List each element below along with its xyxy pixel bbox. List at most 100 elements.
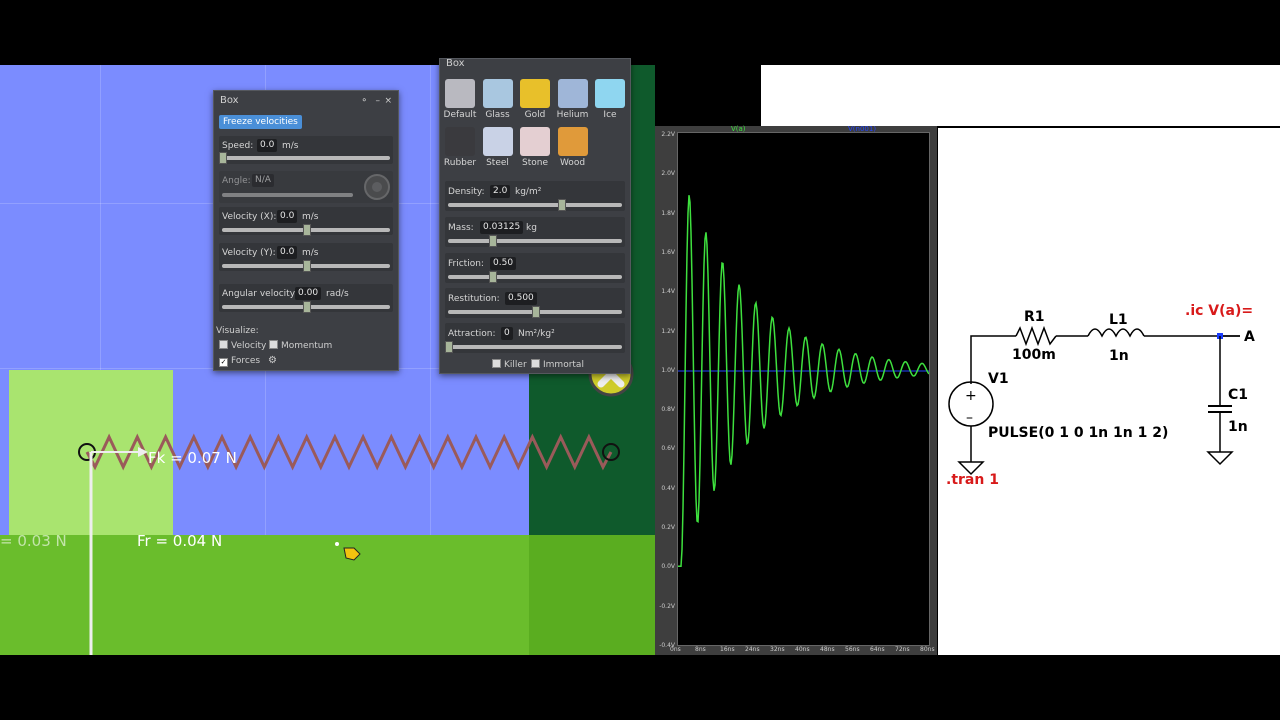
angular-velocity-field[interactable]: 0.00: [295, 287, 322, 300]
material-swatch-stone[interactable]: [520, 127, 550, 156]
v1-value[interactable]: PULSE(0 1 0 1n 1n 1 2): [988, 425, 1168, 441]
mass-unit: kg: [526, 223, 537, 233]
attraction-label: Attraction:: [448, 329, 496, 339]
inductor-l1: [1087, 328, 1145, 338]
density-unit: kg/m²: [515, 187, 542, 197]
momentum-checkbox[interactable]: Momentum: [269, 340, 332, 351]
momentum-checkbox-label: Momentum: [281, 341, 333, 351]
freeze-velocities-button[interactable]: Freeze velocities: [219, 115, 302, 129]
x-tick-label: 80ns: [920, 646, 935, 653]
checkbox-icon[interactable]: [269, 340, 278, 349]
velocity-y-field[interactable]: 0.0: [277, 246, 298, 259]
speed-slider[interactable]: [219, 152, 390, 164]
checkbox-icon[interactable]: [219, 340, 228, 349]
forces-checkbox-label: Forces: [231, 356, 261, 366]
attraction-field[interactable]: 0: [501, 327, 513, 340]
velocity-y-slider[interactable]: [222, 260, 390, 272]
angle-label: Angle:: [222, 176, 251, 186]
mass-slider[interactable]: [448, 235, 622, 247]
speed-slider-thumb[interactable]: [219, 152, 227, 164]
angle-field: N/A: [252, 174, 274, 187]
l1-value[interactable]: 1n: [1109, 348, 1129, 364]
mass-field[interactable]: 0.03125: [480, 221, 524, 234]
y-tick-label: 0.6V: [661, 445, 675, 453]
ic-directive[interactable]: .ic V(a)=: [1185, 303, 1253, 319]
checked-checkbox-icon[interactable]: ✓: [219, 358, 228, 367]
mass-slider-thumb[interactable]: [488, 235, 497, 247]
checkbox-icon[interactable]: [531, 359, 540, 368]
material-label: Rubber: [443, 158, 477, 168]
r1-name[interactable]: R1: [1024, 309, 1045, 325]
angle-slider: [222, 193, 353, 197]
c1-name[interactable]: C1: [1228, 387, 1248, 403]
trace-legend-n001: V(n001): [848, 125, 877, 133]
friction-row: Friction: 0.50: [445, 253, 625, 283]
waveform-plot[interactable]: [677, 132, 930, 646]
forces-settings-gear-icon[interactable]: ⚙: [268, 355, 277, 366]
attraction-slider[interactable]: [445, 341, 622, 353]
pin-icon[interactable]: ⚬: [360, 91, 368, 111]
friction-slider[interactable]: [448, 271, 622, 283]
material-label: Steel: [486, 158, 509, 168]
material-swatch-glass[interactable]: [482, 79, 513, 108]
y-tick-label: 1.8V: [661, 209, 675, 217]
friction-slider-thumb[interactable]: [488, 271, 497, 283]
restitution-slider-thumb[interactable]: [532, 306, 540, 318]
material-swatch-default[interactable]: [445, 79, 475, 108]
x-tick-label: 0ns: [670, 646, 681, 653]
velocity-y-label: Velocity (Y):: [222, 248, 276, 258]
y-tick-label: 2.2V: [661, 131, 675, 138]
restitution-slider[interactable]: [448, 306, 622, 318]
friction-label: Friction:: [448, 259, 484, 269]
close-icon[interactable]: ×: [384, 91, 392, 111]
y-tick-label: 0.0V: [661, 563, 675, 571]
tran-directive[interactable]: .tran 1: [946, 472, 999, 488]
y-tick-label: 1.4V: [661, 288, 675, 296]
velocity-x-row: Velocity (X): 0.0 m/s: [219, 207, 393, 236]
material-swatch-helium[interactable]: [557, 79, 588, 108]
schematic-top-area: [761, 65, 1280, 126]
restitution-field[interactable]: 0.500: [505, 292, 537, 305]
velocity-x-slider-thumb[interactable]: [303, 224, 311, 236]
r1-value[interactable]: 100m: [1012, 347, 1056, 363]
density-slider[interactable]: [448, 199, 622, 211]
velocity-x-slider[interactable]: [222, 224, 390, 236]
restitution-row: Restitution: 0.500: [445, 288, 625, 318]
material-swatch-wood[interactable]: [557, 127, 588, 156]
friction-field[interactable]: 0.50: [490, 257, 517, 270]
velocity-y-row: Velocity (Y): 0.0 m/s: [219, 243, 393, 272]
density-slider-thumb[interactable]: [558, 199, 567, 211]
material-swatch-ice[interactable]: [595, 79, 625, 108]
density-field[interactable]: 2.0: [490, 185, 511, 198]
checkbox-icon[interactable]: [492, 359, 501, 368]
velocity-x-field[interactable]: 0.0: [277, 210, 298, 223]
speed-field[interactable]: 0.0: [257, 139, 278, 152]
killer-checkbox[interactable]: Killer: [492, 359, 527, 370]
attraction-slider-thumb[interactable]: [445, 341, 453, 353]
forces-checkbox[interactable]: ✓ Forces: [219, 356, 260, 367]
y-tick-label: 0.2V: [661, 524, 675, 531]
immortal-checkbox[interactable]: Immortal: [531, 359, 584, 370]
mass-label: Mass:: [448, 223, 474, 233]
angular-velocity-slider[interactable]: [222, 301, 390, 313]
velocity-checkbox[interactable]: Velocity: [219, 340, 266, 351]
angular-velocity-row: Angular velocity: 0.00 rad/s: [219, 284, 393, 313]
minimize-icon[interactable]: –: [376, 91, 381, 111]
x-tick-label: 56ns: [845, 646, 860, 653]
angular-velocity-slider-thumb[interactable]: [303, 301, 311, 313]
resistor-r1: [1015, 325, 1057, 347]
material-panel: Box Default Glass Gold Helium Ice Rubber Steel…: [439, 58, 631, 374]
friction-force-label: Fr = 0.04 N: [137, 532, 223, 550]
panel-header[interactable]: Box ⚬ – ×: [214, 91, 398, 111]
c1-value[interactable]: 1n: [1228, 419, 1248, 435]
schematic-canvas[interactable]: + – R1 100m L1 1n V1 PULSE(0 1 0 1n 1n 1…: [938, 128, 1280, 655]
v1-name[interactable]: V1: [988, 371, 1009, 387]
material-swatch-steel[interactable]: [482, 127, 513, 156]
material-swatch-gold[interactable]: [520, 79, 550, 108]
density-label: Density:: [448, 187, 485, 197]
material-swatch-rubber[interactable]: [445, 127, 475, 156]
l1-name[interactable]: L1: [1109, 312, 1128, 328]
material-panel-header[interactable]: Box: [440, 59, 630, 71]
velocity-y-slider-thumb[interactable]: [303, 260, 311, 272]
angle-row: Angle: N/A: [219, 171, 393, 203]
